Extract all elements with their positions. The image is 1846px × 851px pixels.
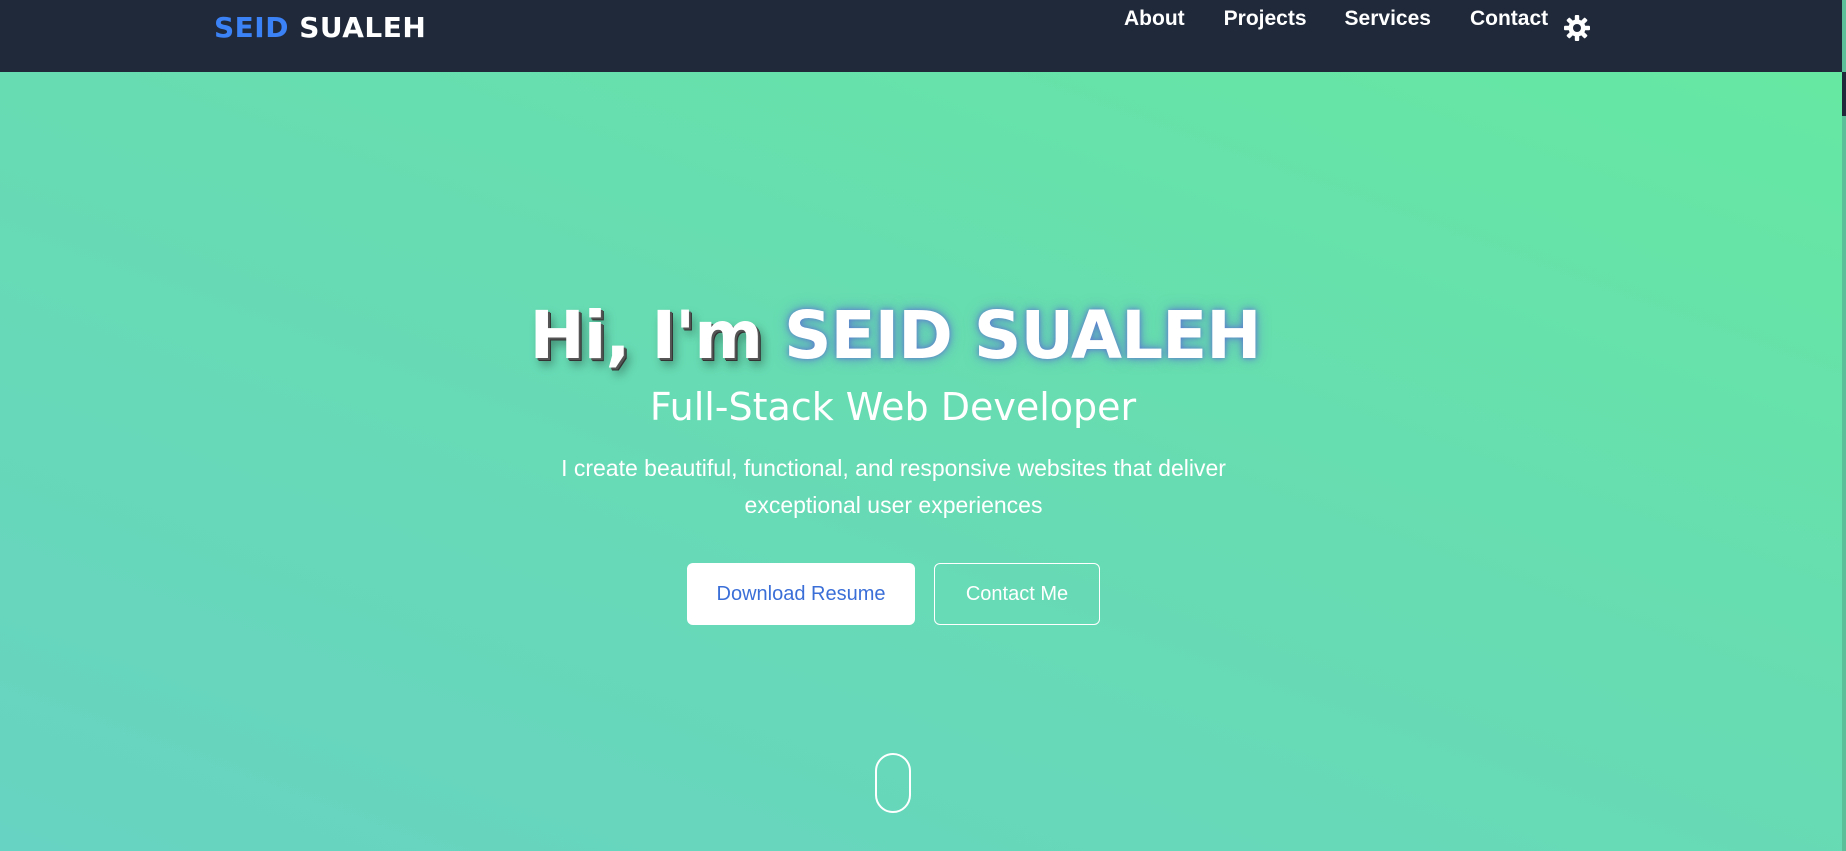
- theme-toggle-button[interactable]: [1562, 13, 1592, 43]
- top-navbar: SEID SUALEH About Projects Services Cont…: [0, 0, 1846, 72]
- page-scrollbar[interactable]: [1842, 0, 1846, 851]
- hero-subtitle: Full-Stack Web Developer: [649, 385, 1137, 429]
- scrollbar-thumb[interactable]: [1842, 72, 1846, 116]
- brand-last-name: SUALEH: [299, 11, 427, 44]
- nav-link-about[interactable]: About: [1124, 6, 1185, 32]
- gear-icon: [1564, 15, 1590, 41]
- hero-description: I create beautiful, functional, and resp…: [529, 450, 1258, 524]
- brand-logo[interactable]: SEID SUALEH: [214, 10, 426, 46]
- hero-section: Hi, I'm SEID SUALEH Full-Stack Web Devel…: [0, 72, 1842, 851]
- nav-links: About Projects Services Contact: [1124, 6, 1548, 32]
- hero-description-line1: I create beautiful, functional, and resp…: [561, 455, 1226, 481]
- brand-first-name: SEID: [214, 11, 289, 44]
- download-resume-button[interactable]: Download Resume: [687, 563, 915, 625]
- hero-description-line2: exceptional user experiences: [744, 492, 1043, 518]
- hero-greeting: Hi, I'm: [529, 297, 763, 374]
- hero-heading: Hi, I'm SEID SUALEH: [0, 296, 1790, 376]
- nav-link-projects[interactable]: Projects: [1224, 6, 1307, 32]
- nav-link-services[interactable]: Services: [1345, 6, 1431, 32]
- nav-link-contact[interactable]: Contact: [1470, 6, 1548, 32]
- contact-me-button[interactable]: Contact Me: [934, 563, 1100, 625]
- mouse-scroll-icon[interactable]: [875, 753, 911, 813]
- hero-name: SEID SUALEH: [783, 297, 1261, 374]
